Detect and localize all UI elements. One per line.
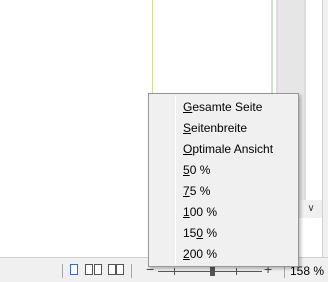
menu-item-zoom-75[interactable]: 75 % xyxy=(183,181,295,202)
menu-item-zoom-50[interactable]: 50 % xyxy=(183,160,295,181)
zoom-context-menu: Gesamte Seite Seitenbreite Optimale Ansi… xyxy=(148,93,299,267)
book-view-icon[interactable] xyxy=(108,264,126,276)
page-left-edge xyxy=(152,0,153,95)
single-page-view-icon[interactable] xyxy=(70,264,80,276)
scroll-down-icon[interactable]: ∨ xyxy=(300,200,322,218)
page-right-edge xyxy=(271,0,273,95)
menu-item-page-width[interactable]: Seitenbreite xyxy=(183,118,295,139)
zoom-slider-tick xyxy=(174,268,175,275)
statusbar-separator xyxy=(131,264,132,278)
menu-item-zoom-150[interactable]: 150 % xyxy=(183,223,295,244)
menu-item-zoom-100[interactable]: 100 % xyxy=(183,202,295,223)
menu-item-optimal-view[interactable]: Optimale Ansicht xyxy=(183,139,295,160)
menu-item-zoom-200[interactable]: 200 % xyxy=(183,244,295,265)
menu-icon-gutter xyxy=(175,96,176,264)
zoom-slider-tick xyxy=(236,268,237,275)
zoom-slider-thumb[interactable] xyxy=(210,266,215,276)
two-page-view-icon[interactable] xyxy=(85,264,103,276)
menu-item-whole-page[interactable]: Gesamte Seite xyxy=(183,97,295,118)
statusbar-separator xyxy=(62,264,63,278)
window-right-border xyxy=(322,0,328,282)
